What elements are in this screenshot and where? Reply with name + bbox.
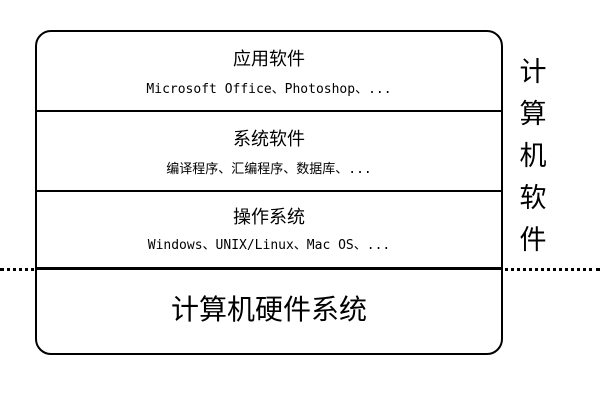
system-software-examples: 编译程序、汇编程序、数据库、... — [166, 162, 372, 177]
side-label-char: 机 — [519, 141, 547, 172]
operating-system-examples: Windows、UNIX/Linux、Mac OS、... — [147, 238, 391, 253]
side-label-char: 计 — [519, 57, 547, 88]
layer-stack: 应用软件 Microsoft Office、Photoshop、... 系统软件… — [35, 30, 503, 355]
operating-system-title: 操作系统 — [233, 207, 305, 228]
application-software-title: 应用软件 — [233, 49, 305, 70]
application-software-layer: 应用软件 Microsoft Office、Photoshop、... — [37, 32, 501, 112]
system-software-title: 系统软件 — [233, 129, 305, 150]
computer-software-side-label: 计 算 机 软 件 — [515, 52, 551, 262]
operating-system-layer: 操作系统 Windows、UNIX/Linux、Mac OS、... — [37, 192, 501, 270]
application-software-examples: Microsoft Office、Photoshop、... — [146, 82, 392, 97]
hardware-layer: 计算机硬件系统 — [37, 270, 501, 353]
hardware-title: 计算机硬件系统 — [170, 293, 367, 326]
system-software-layer: 系统软件 编译程序、汇编程序、数据库、... — [37, 112, 501, 192]
side-label-char: 算 — [519, 99, 547, 130]
side-label-char: 件 — [519, 225, 547, 256]
side-label-char: 软 — [519, 183, 547, 214]
